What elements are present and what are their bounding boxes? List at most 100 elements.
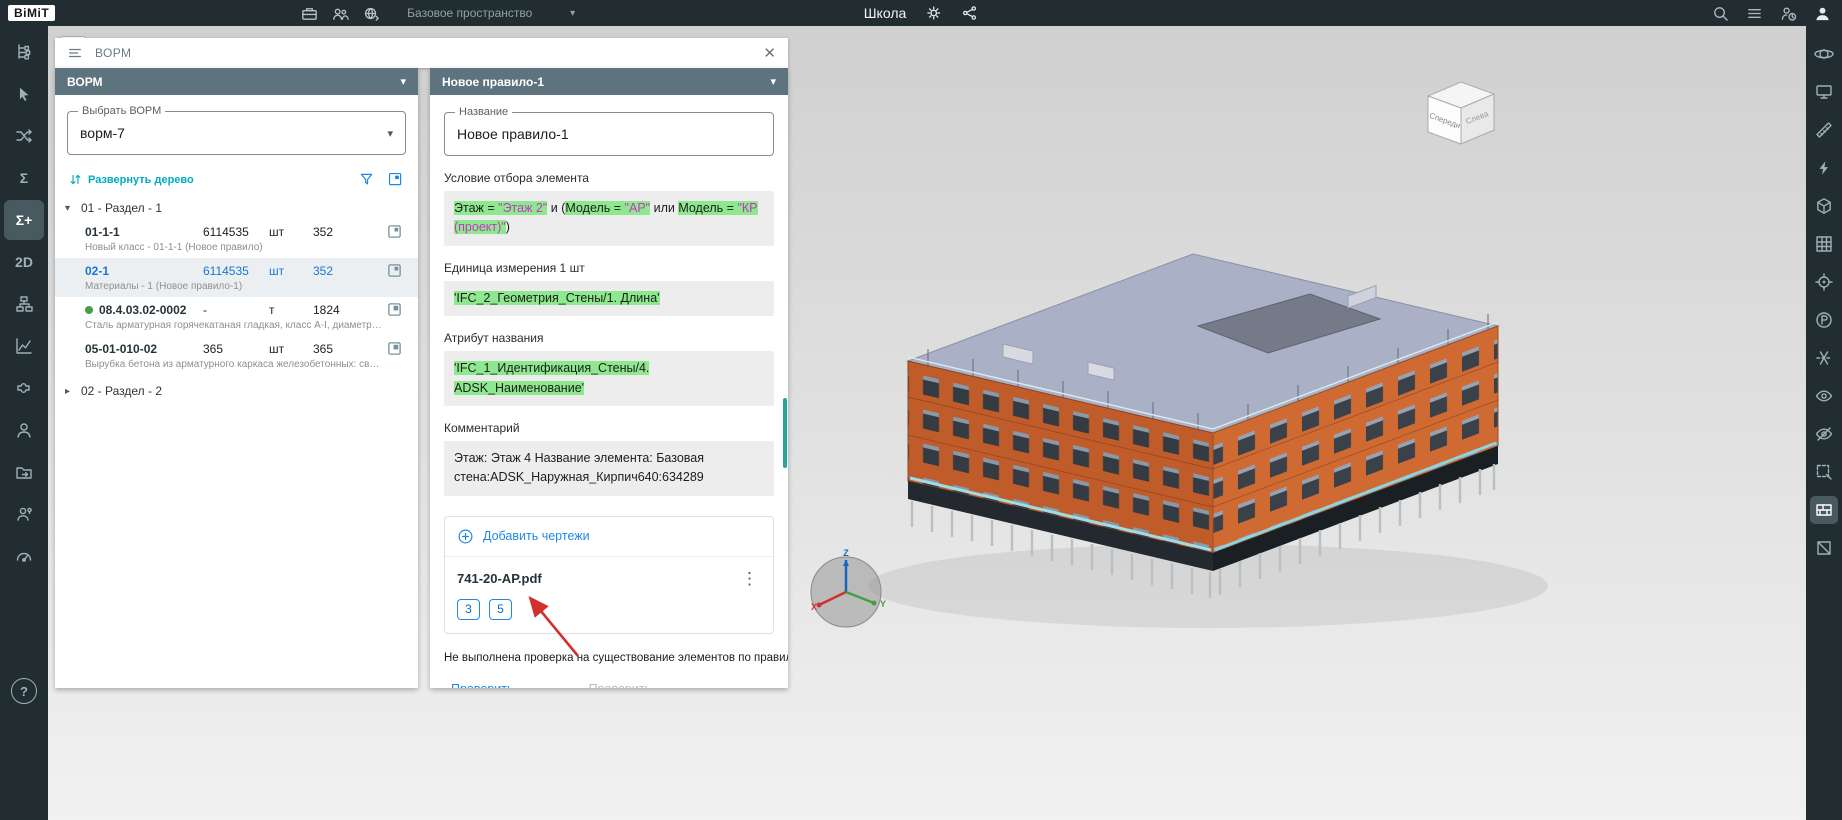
caret-down-icon: ▾ (65, 202, 71, 214)
table-row[interactable]: 05-01-010-02 365 шт 365 Вырубка бетона и… (55, 336, 418, 375)
select-area-icon[interactable] (1810, 458, 1838, 486)
drawings-card: Добавить чертежи 741-20-АР.pdf ⋮ 3 5 (444, 515, 774, 634)
condition-label: Условие отбора элемента (444, 171, 589, 185)
page-badge[interactable]: 3 (457, 598, 480, 620)
row-detail-icon[interactable] (387, 263, 418, 278)
parking-circle-icon[interactable] (1810, 306, 1838, 334)
screen-view-icon[interactable] (1810, 78, 1838, 106)
navigation-cube[interactable]: Спереди Слева (1416, 70, 1506, 152)
rule-name-field[interactable]: Название Новое правило-1 (444, 106, 774, 156)
row-detail-icon[interactable] (387, 341, 418, 356)
share-icon[interactable] (960, 4, 978, 22)
project-title: Школа (863, 5, 907, 21)
check-rule-button[interactable]: Проверить правило (444, 682, 566, 688)
check-element-button[interactable]: Проверить элемент (582, 682, 703, 688)
eye-off-icon[interactable] (1810, 420, 1838, 448)
sigma-plus-icon[interactable]: Σ+ (4, 200, 44, 240)
axis-y-label: Y (880, 599, 886, 609)
account-avatar-icon[interactable] (1813, 4, 1832, 23)
filter-icon[interactable] (358, 171, 375, 188)
team-icon[interactable] (331, 4, 350, 23)
workspace-selector-value: Базовое пространство (407, 6, 533, 20)
row-detail-icon[interactable] (387, 224, 418, 239)
expand-collapse-icon (70, 174, 81, 185)
model-tree-icon[interactable] (4, 32, 44, 72)
caret-right-icon: ▸ (65, 385, 71, 397)
drawing-file-link[interactable]: 741-20-АР.pdf (457, 571, 542, 586)
vorm-panel-group: ВОРМ ✕ ВОРМ ▾ Выбрать ВОРМ ворм-7 ▾ Разв… (55, 38, 788, 688)
status-dot-green (85, 305, 93, 314)
page-badge[interactable]: 5 (489, 598, 512, 620)
wall-material-icon[interactable] (1810, 496, 1838, 524)
user-activity-icon[interactable] (1779, 4, 1798, 23)
table-row[interactable]: 01-1-1 6114535 шт 352 Новый класс - 01-1… (55, 219, 418, 258)
quick-filter-icon[interactable] (1810, 154, 1838, 182)
add-drawings-button[interactable]: Добавить чертежи (445, 517, 773, 557)
shared-folder-icon[interactable] (4, 452, 44, 492)
user-location-icon[interactable] (4, 494, 44, 534)
search-icon[interactable] (1711, 4, 1730, 23)
left-sidebar: Σ Σ+ 2D ? (0, 26, 48, 820)
comment-label: Комментарий (444, 420, 520, 435)
unit-label: Единица измерения 1 шт (444, 260, 585, 275)
org-chart-icon[interactable] (4, 284, 44, 324)
axis-gizmo[interactable]: Z X Y (800, 544, 892, 636)
vorm-section-header[interactable]: ВОРМ ▾ (55, 68, 418, 95)
tree-group-1[interactable]: ▾ 01 - Раздел - 1 (55, 192, 418, 219)
rule-section-header[interactable]: Новое правило-1 ▾ (430, 68, 788, 95)
workspace-selector[interactable]: Базовое пространство ▾ (407, 6, 575, 20)
menu-list-icon[interactable] (1745, 4, 1764, 23)
eye-off-icon[interactable] (719, 686, 739, 688)
table-row-selected[interactable]: 02-1 6114535 шт 352 Материалы - 1 (Новое… (55, 258, 418, 297)
orbit-icon[interactable] (1810, 40, 1838, 68)
section-cut-icon[interactable] (1810, 344, 1838, 372)
users-icon[interactable] (4, 410, 44, 450)
projects-icon[interactable] (300, 4, 319, 23)
sigma-icon[interactable]: Σ (4, 158, 44, 198)
kebab-menu-icon[interactable]: ⋮ (751, 687, 774, 688)
chart-icon[interactable] (4, 326, 44, 366)
settings-gear-icon[interactable] (924, 4, 942, 22)
model-cube-icon[interactable] (1810, 192, 1838, 220)
measure-icon[interactable] (1810, 116, 1838, 144)
plugins-icon[interactable] (4, 368, 44, 408)
section-box-icon[interactable] (1810, 534, 1838, 562)
viewport-toolbar (1806, 26, 1842, 820)
select-cursor-icon[interactable] (4, 74, 44, 114)
plus-circle-icon (458, 529, 473, 544)
2d-view-icon[interactable]: 2D (4, 242, 44, 282)
kebab-menu-icon[interactable]: ⋮ (738, 570, 761, 587)
attribute-expression[interactable]: 'IFC_1_Идентификация_Стены/4. ADSK_Наиме… (444, 351, 774, 406)
chevron-down-icon: ▾ (770, 76, 776, 88)
check-warning-text: Не выполнена проверка на существование э… (444, 651, 788, 664)
gauge-icon[interactable] (4, 536, 44, 576)
chevron-down-icon: ▾ (400, 76, 406, 88)
panel-titlebar: ВОРМ ✕ (55, 38, 788, 68)
axis-x-label: X (811, 602, 817, 612)
comment-value[interactable]: Этаж: Этаж 4 Название элемента: Базовая … (444, 440, 774, 496)
unit-expression[interactable]: 'IFC_2_Геометрия_Стены/1. Длина' (444, 280, 774, 317)
space-history-icon[interactable] (362, 4, 381, 23)
panel-scrollbar-thumb[interactable] (783, 398, 787, 468)
help-button[interactable]: ? (11, 678, 37, 704)
grid-table-icon[interactable] (1810, 230, 1838, 258)
expand-tree-button[interactable]: Развернуть дерево (69, 173, 194, 186)
condition-expression[interactable]: Этаж = "Этаж 2" и (Модель = "АР" или Мод… (444, 191, 774, 246)
table-row[interactable]: 08.4.03.02-0002 - т 1824 Сталь арматурна… (55, 297, 418, 336)
frame-select-icon[interactable] (387, 171, 404, 188)
vorm-tree-panel: ВОРМ ▾ Выбрать ВОРМ ворм-7 ▾ Развернуть … (55, 68, 418, 688)
locate-target-icon[interactable] (1810, 268, 1838, 296)
panel-menu-icon[interactable] (67, 45, 83, 61)
app-logo: BiMiT (8, 5, 56, 21)
attribute-label: Атрибут названия (444, 331, 544, 346)
relations-icon[interactable] (4, 116, 44, 156)
tree-group-2[interactable]: ▸ 02 - Раздел - 2 (55, 375, 418, 402)
rule-name-value: Новое правило-1 (457, 126, 569, 142)
topbar: BiMiT Базовое пространство ▾ Школа (0, 0, 1842, 26)
eye-icon[interactable] (1810, 382, 1838, 410)
panel-title: ВОРМ (95, 46, 132, 60)
row-detail-icon[interactable] (387, 302, 418, 317)
close-icon[interactable]: ✕ (763, 46, 776, 61)
chevron-down-icon: ▾ (387, 127, 393, 140)
vorm-select[interactable]: Выбрать ВОРМ ворм-7 ▾ (67, 105, 406, 155)
